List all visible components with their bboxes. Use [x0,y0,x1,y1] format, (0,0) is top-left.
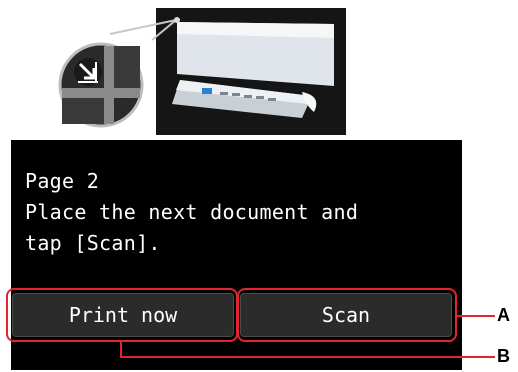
callout-label-a: A [497,305,510,325]
message-line-place: Place the next document and [25,200,359,224]
message-line-tap: tap [Scan]. [25,231,161,255]
print-now-button[interactable]: Print now [12,293,234,337]
instruction-message: Page 2 Place the next document and tap [… [25,166,445,259]
callout-label-b: B [497,346,510,366]
callout-leader-a [457,315,495,317]
message-line-page: Page 2 [25,169,100,193]
callout-leader-b-horizontal [120,356,495,358]
scan-button[interactable]: Scan [240,293,452,337]
place-document-corner-icon [58,42,144,128]
